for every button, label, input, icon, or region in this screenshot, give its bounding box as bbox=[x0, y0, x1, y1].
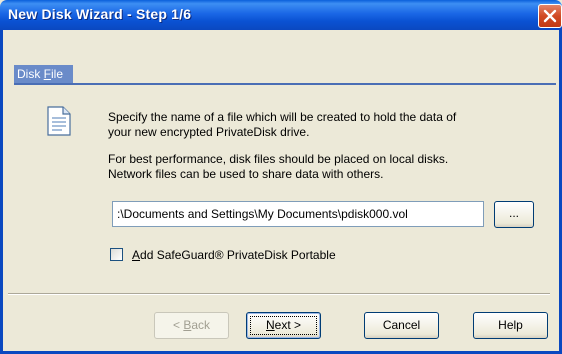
cancel-button[interactable]: Cancel bbox=[364, 312, 439, 339]
divider bbox=[8, 293, 550, 295]
window-title: New Disk Wizard - Step 1/6 bbox=[8, 6, 192, 22]
document-icon bbox=[47, 106, 71, 136]
title-bar: New Disk Wizard - Step 1/6 bbox=[0, 0, 562, 30]
close-button[interactable] bbox=[538, 4, 562, 28]
portable-checkbox-label[interactable]: Add SafeGuard® PrivateDisk Portable bbox=[132, 248, 336, 262]
help-button[interactable]: Help bbox=[473, 312, 548, 339]
description-text: Specify the name of a file which will be… bbox=[108, 110, 457, 139]
portable-checkbox[interactable] bbox=[110, 248, 123, 261]
next-button[interactable]: Next > bbox=[246, 312, 321, 339]
section-title: Disk File bbox=[14, 65, 74, 83]
close-icon bbox=[543, 9, 557, 23]
browse-button[interactable]: ... bbox=[494, 201, 534, 228]
file-path-input[interactable]: :\Documents and Settings\My Documents\pd… bbox=[112, 201, 484, 227]
section-header: Disk File bbox=[14, 65, 556, 85]
back-button[interactable]: < Back bbox=[154, 312, 229, 339]
focus-ring bbox=[250, 316, 317, 335]
performance-note: For best performance, disk files should … bbox=[108, 152, 449, 181]
